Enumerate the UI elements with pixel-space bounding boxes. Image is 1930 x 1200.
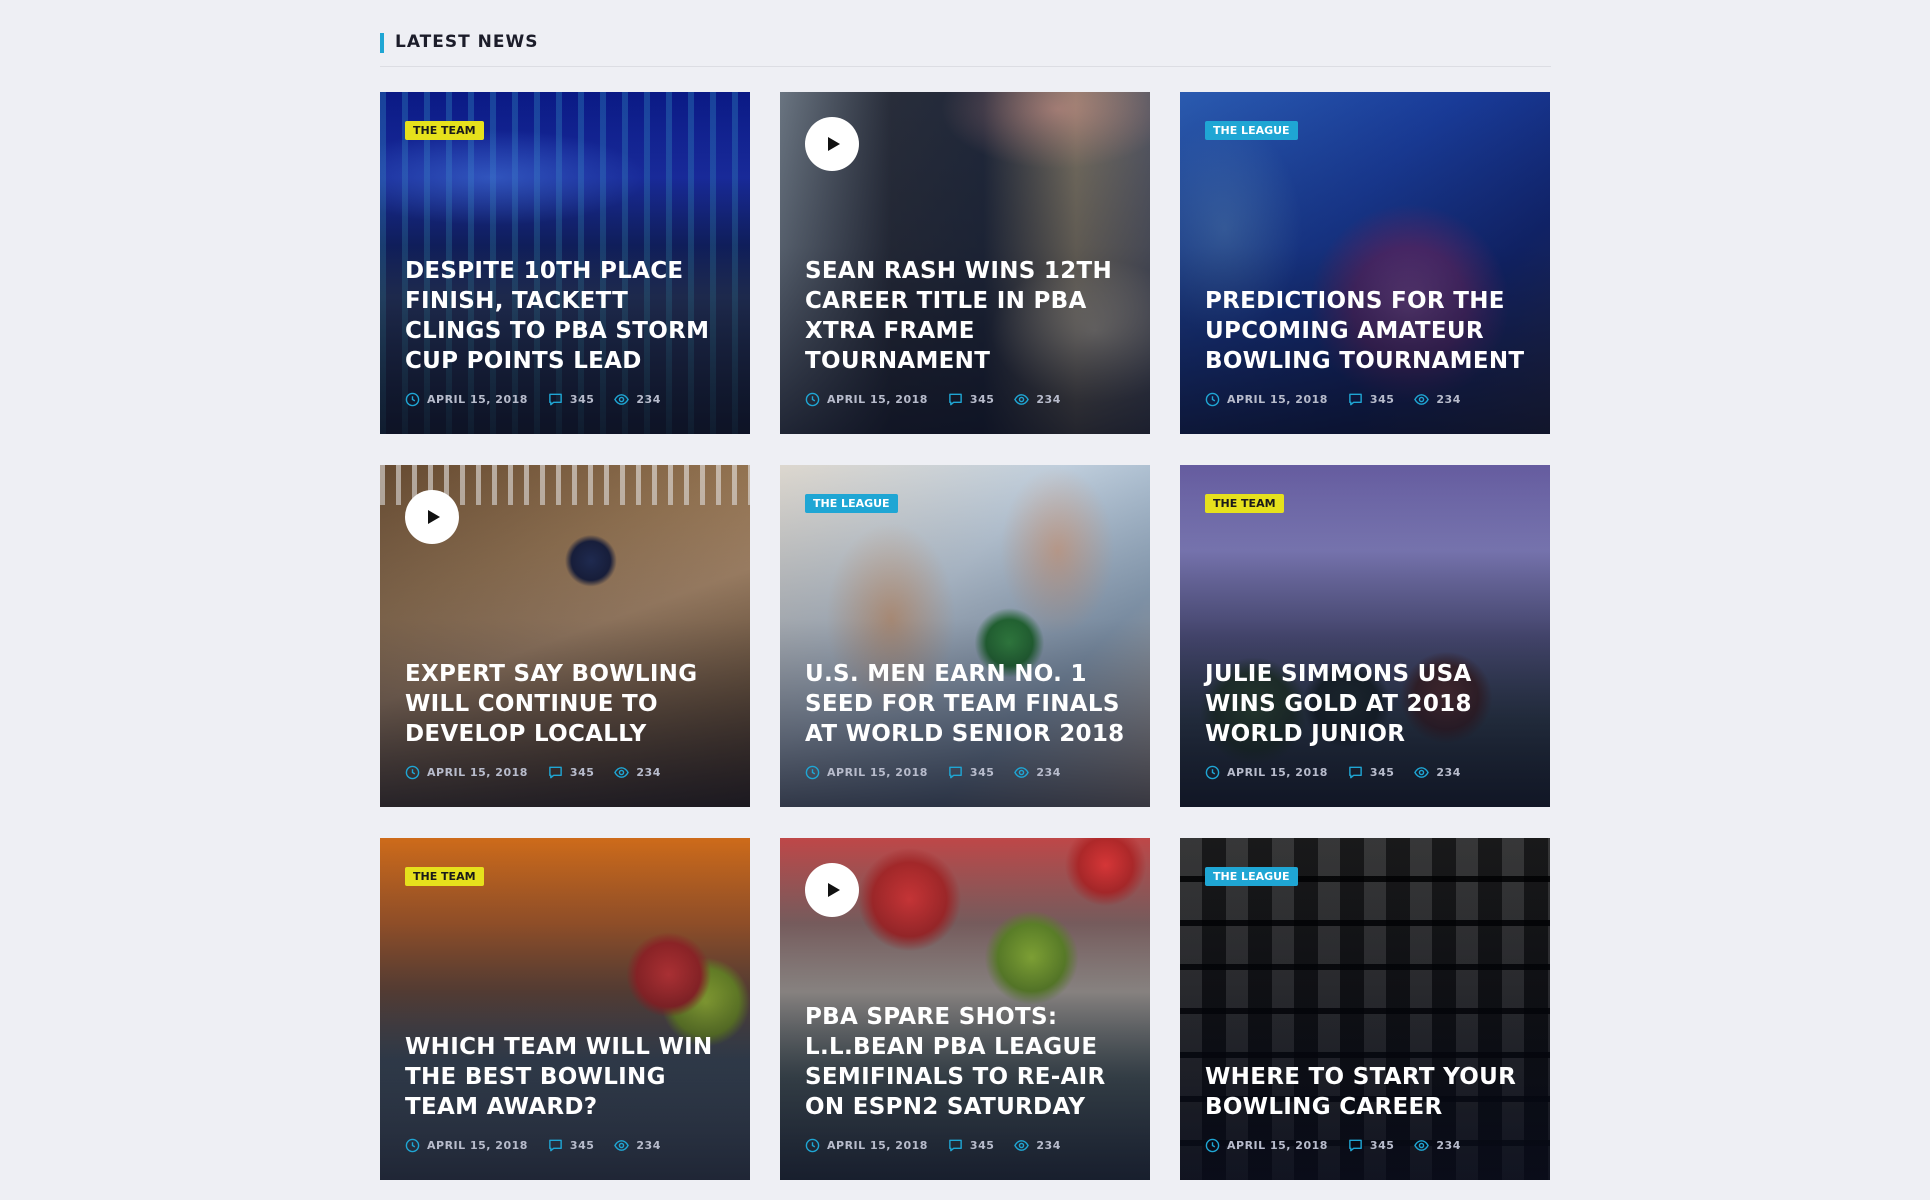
comment-bubble-icon xyxy=(1349,766,1362,778)
news-card-views: 234 xyxy=(1036,392,1061,406)
news-card-date: APRIL 15, 2018 xyxy=(827,765,928,779)
news-card-comments: 345 xyxy=(569,765,595,779)
news-card-date: APRIL 15, 2018 xyxy=(827,1138,928,1152)
comment-bubble-icon xyxy=(949,393,962,405)
comment-bubble-icon xyxy=(549,1139,562,1151)
eye-icon xyxy=(614,766,630,778)
section-title: LATEST NEWS xyxy=(395,32,539,52)
news-card-title[interactable]: EXPERT SAY BOWLING WILL CONTINUE TO DEVE… xyxy=(405,659,725,749)
news-card-comments: 345 xyxy=(969,1138,995,1152)
news-card-views: 234 xyxy=(1036,1138,1061,1152)
news-card[interactable]: EXPERT SAY BOWLING WILL CONTINUE TO DEVE… xyxy=(380,465,750,807)
category-tag[interactable]: THE TEAM xyxy=(405,121,484,140)
clock-icon xyxy=(805,1138,820,1152)
comment-bubble-icon xyxy=(1349,393,1362,405)
news-card-views: 234 xyxy=(1036,765,1061,779)
news-card-date: APRIL 15, 2018 xyxy=(427,392,528,406)
news-card-date: APRIL 15, 2018 xyxy=(1227,392,1328,406)
clock-icon xyxy=(1205,765,1220,779)
news-card-views: 234 xyxy=(636,392,661,406)
news-card-views: 234 xyxy=(1436,392,1461,406)
clock-icon xyxy=(405,1138,420,1152)
news-card-meta: APRIL 15, 2018 345 234 xyxy=(405,391,661,407)
clock-icon xyxy=(405,765,420,779)
news-card-meta: APRIL 15, 2018 345 234 xyxy=(405,1137,661,1153)
news-card-title[interactable]: JULIE SIMMONS USA WINS GOLD AT 2018 WORL… xyxy=(1205,659,1525,749)
news-card-date: APRIL 15, 2018 xyxy=(827,392,928,406)
news-card-comments: 345 xyxy=(1369,1138,1395,1152)
category-tag[interactable]: THE LEAGUE xyxy=(1205,867,1298,886)
news-card[interactable]: THE LEAGUE U.S. MEN EARN NO. 1 SEED FOR … xyxy=(780,465,1150,807)
news-card-comments: 345 xyxy=(969,392,995,406)
play-button[interactable] xyxy=(805,863,859,917)
eye-icon xyxy=(1014,766,1030,778)
news-card-comments: 345 xyxy=(969,765,995,779)
news-card-date: APRIL 15, 2018 xyxy=(1227,1138,1328,1152)
news-card-title[interactable]: DESPITE 10TH PLACE FINISH, TACKETT CLING… xyxy=(405,256,725,376)
eye-icon xyxy=(1014,1139,1030,1151)
comment-bubble-icon xyxy=(949,1139,962,1151)
news-card[interactable]: THE LEAGUE PREDICTIONS FOR THE UPCOMING … xyxy=(1180,92,1550,434)
news-card-title[interactable]: WHERE TO START YOUR BOWLING CAREER xyxy=(1205,1062,1525,1122)
clock-icon xyxy=(805,765,820,779)
news-card-views: 234 xyxy=(1436,1138,1461,1152)
news-card-title[interactable]: U.S. MEN EARN NO. 1 SEED FOR TEAM FINALS… xyxy=(805,659,1125,749)
clock-icon xyxy=(805,392,820,406)
news-card-title[interactable]: PREDICTIONS FOR THE UPCOMING AMATEUR BOW… xyxy=(1205,286,1525,376)
eye-icon xyxy=(614,1139,630,1151)
news-card-title[interactable]: PBA SPARE SHOTS: L.L.BEAN PBA LEAGUE SEM… xyxy=(805,1002,1125,1122)
news-card-meta: APRIL 15, 2018 345 234 xyxy=(1205,764,1461,780)
eye-icon xyxy=(1414,1139,1430,1151)
news-card-date: APRIL 15, 2018 xyxy=(427,765,528,779)
news-card-title[interactable]: WHICH TEAM WILL WIN THE BEST BOWLING TEA… xyxy=(405,1032,725,1122)
news-card-meta: APRIL 15, 2018 345 234 xyxy=(805,764,1061,780)
eye-icon xyxy=(1414,393,1430,405)
eye-icon xyxy=(614,393,630,405)
eye-icon xyxy=(1014,393,1030,405)
play-icon xyxy=(828,883,840,897)
section-header: LATEST NEWS xyxy=(380,30,1551,67)
news-card-meta: APRIL 15, 2018 345 234 xyxy=(1205,1137,1461,1153)
news-card-meta: APRIL 15, 2018 345 234 xyxy=(405,764,661,780)
play-icon xyxy=(428,510,440,524)
play-button[interactable] xyxy=(805,117,859,171)
news-card-meta: APRIL 15, 2018 345 234 xyxy=(805,391,1061,407)
news-card-views: 234 xyxy=(636,1138,661,1152)
news-card[interactable]: PBA SPARE SHOTS: L.L.BEAN PBA LEAGUE SEM… xyxy=(780,838,1150,1180)
news-card-views: 234 xyxy=(636,765,661,779)
comment-bubble-icon xyxy=(549,766,562,778)
category-tag[interactable]: THE LEAGUE xyxy=(805,494,898,513)
news-card[interactable]: THE TEAM DESPITE 10TH PLACE FINISH, TACK… xyxy=(380,92,750,434)
news-card-comments: 345 xyxy=(1369,392,1395,406)
category-tag[interactable]: THE TEAM xyxy=(1205,494,1284,513)
news-grid: THE TEAM DESPITE 10TH PLACE FINISH, TACK… xyxy=(380,92,1551,1180)
news-card[interactable]: THE TEAM JULIE SIMMONS USA WINS GOLD AT … xyxy=(1180,465,1550,807)
news-card-date: APRIL 15, 2018 xyxy=(1227,765,1328,779)
comment-bubble-icon xyxy=(1349,1139,1362,1151)
news-card-comments: 345 xyxy=(569,1138,595,1152)
category-tag[interactable]: THE LEAGUE xyxy=(1205,121,1298,140)
clock-icon xyxy=(1205,392,1220,406)
news-card-meta: APRIL 15, 2018 345 234 xyxy=(1205,391,1461,407)
news-card-comments: 345 xyxy=(569,392,595,406)
clock-icon xyxy=(1205,1138,1220,1152)
eye-icon xyxy=(1414,766,1430,778)
news-card-title[interactable]: SEAN RASH WINS 12TH CAREER TITLE IN PBA … xyxy=(805,256,1125,376)
category-tag[interactable]: THE TEAM xyxy=(405,867,484,886)
news-card[interactable]: SEAN RASH WINS 12TH CAREER TITLE IN PBA … xyxy=(780,92,1150,434)
news-card[interactable]: THE TEAM WHICH TEAM WILL WIN THE BEST BO… xyxy=(380,838,750,1180)
news-card-date: APRIL 15, 2018 xyxy=(427,1138,528,1152)
play-icon xyxy=(828,137,840,151)
news-card-meta: APRIL 15, 2018 345 234 xyxy=(805,1137,1061,1153)
clock-icon xyxy=(405,392,420,406)
comment-bubble-icon xyxy=(549,393,562,405)
section-accent-bar xyxy=(380,33,384,53)
play-button[interactable] xyxy=(405,490,459,544)
news-card-comments: 345 xyxy=(1369,765,1395,779)
comment-bubble-icon xyxy=(949,766,962,778)
news-card-views: 234 xyxy=(1436,765,1461,779)
news-card[interactable]: THE LEAGUE WHERE TO START YOUR BOWLING C… xyxy=(1180,838,1550,1180)
